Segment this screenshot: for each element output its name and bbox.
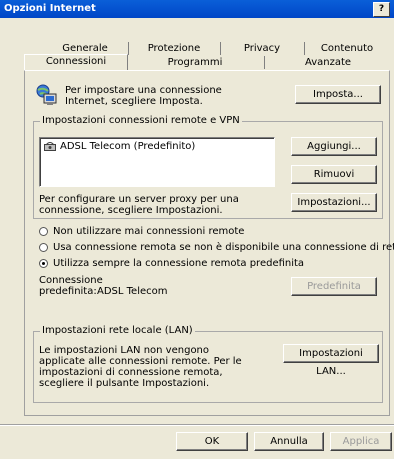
default-connection-label: Connessione (39, 275, 103, 286)
radio-dial-when-no-network-label[interactable]: Usa connessione remota se non è disponib… (53, 242, 394, 253)
tab-avanzate[interactable]: Avanzate (268, 56, 388, 70)
set-default-button[interactable]: Predefinita (291, 277, 377, 296)
footer-divider (0, 424, 394, 425)
connections-listbox[interactable]: ADSL Telecom (Predefinito) (39, 137, 275, 187)
proxy-description: Per configurare un server proxy per una … (39, 194, 239, 216)
proxy-settings-button[interactable]: Impostazioni... (291, 193, 377, 212)
tab-separator (264, 56, 265, 69)
tab-protezione[interactable]: Protezione (130, 42, 218, 56)
window-title: Opzioni Internet (4, 3, 96, 14)
title-bar: Opzioni Internet ? (0, 0, 394, 18)
cancel-button[interactable]: Annulla (254, 432, 324, 451)
remove-connection-button[interactable]: Rimuovi (291, 165, 377, 184)
tab-programmi[interactable]: Programmi (132, 56, 258, 70)
radio-dial-when-no-network[interactable] (39, 243, 48, 252)
apply-button[interactable]: Applica (330, 432, 392, 451)
radio-never-dial-label[interactable]: Non utilizzare mai connessioni remote (53, 226, 244, 237)
tab-contenuto[interactable]: Contenuto (306, 42, 388, 56)
default-connection-value: ADSL Telecom (97, 286, 168, 297)
radio-never-dial[interactable] (39, 227, 48, 236)
tab-separator (304, 42, 305, 55)
connection-list-item[interactable]: ADSL Telecom (Predefinito) (60, 141, 195, 152)
radio-always-dial-default-label[interactable]: Utilizza sempre la connessione remota pr… (53, 258, 304, 269)
tab-panel-connessioni: Per impostare una connessione Internet, … (24, 70, 394, 416)
tab-row-front: Connessioni Programmi Avanzate (24, 54, 388, 71)
lan-settings-button[interactable]: Impostazioni LAN... (283, 344, 379, 377)
radio-always-dial-default[interactable] (39, 259, 48, 268)
lan-description: Le impostazioni LAN non vengono applicat… (39, 345, 242, 389)
tab-connessioni[interactable]: Connessioni (24, 54, 128, 71)
tab-separator (220, 42, 221, 55)
setup-description: Per impostare una connessione Internet, … (65, 85, 222, 107)
default-connection-label-line2: predefinita: (39, 286, 97, 297)
internet-options-dialog: Opzioni Internet ? Generale Protezione P… (0, 0, 394, 459)
lan-settings-group-label: Impostazioni rete locale (LAN) (40, 325, 195, 337)
setup-button[interactable]: Imposta... (295, 85, 381, 104)
remote-connections-group-label: Impostazioni connessioni remote e VPN (40, 115, 242, 127)
add-connection-button[interactable]: Aggiungi... (291, 137, 377, 156)
tab-separator (128, 42, 129, 55)
tab-privacy[interactable]: Privacy (222, 42, 302, 56)
network-globe-icon (35, 83, 59, 107)
dialup-connection-icon (44, 141, 56, 151)
help-button[interactable]: ? (373, 2, 390, 17)
ok-button[interactable]: OK (176, 432, 248, 451)
